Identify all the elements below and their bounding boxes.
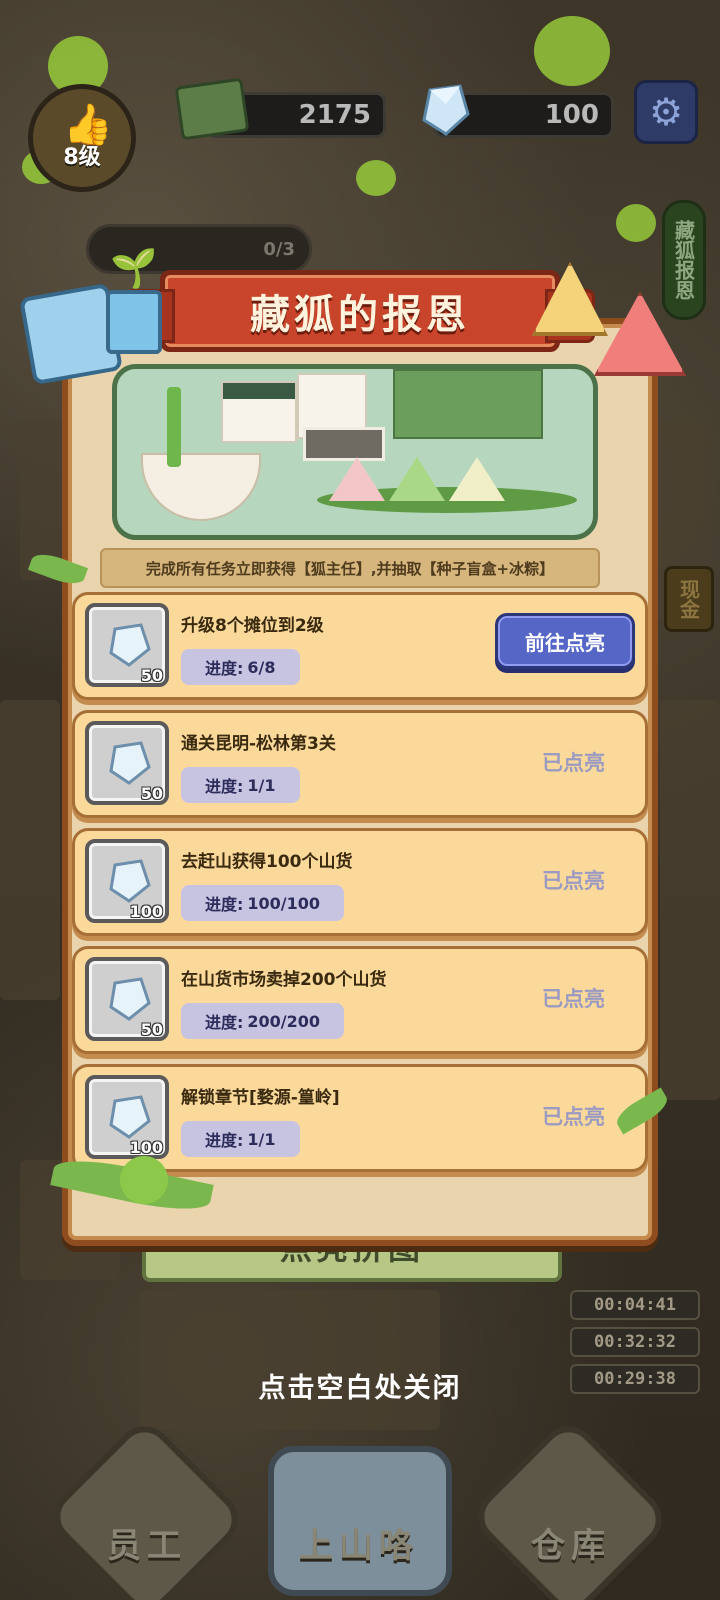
task-title: 通关昆明-松林第3关: [181, 734, 336, 754]
nav-warehouse-label: 仓库: [531, 1526, 611, 1566]
task-pill-count: 0/3: [263, 238, 295, 260]
gem-value: 100: [544, 100, 599, 130]
diamond-icon: [109, 1095, 151, 1139]
thumbs-up-icon: 👍: [63, 102, 113, 148]
task-row: 50 通关昆明-松林第3关 进度: 1/1 已点亮: [72, 710, 648, 818]
succulent-dish-image: [141, 453, 261, 521]
panel-title-text: 藏狐的报恩: [250, 292, 470, 338]
reward-quantity: 100: [129, 902, 163, 921]
event-side-label: 藏狐报恩: [671, 220, 696, 300]
diamond-icon: [109, 859, 151, 903]
cup-image: [221, 381, 297, 443]
task-row: 100 去赶山获得100个山货 进度: 100/100 已点亮: [72, 828, 648, 936]
nav-mountain-label: 上山咯: [299, 1526, 419, 1566]
reward-icon-box: 50: [85, 721, 169, 805]
reward-icon-box: 50: [85, 957, 169, 1041]
completed-status: 已点亮: [542, 751, 605, 775]
task-title: 在山货市场卖掉200个山货: [181, 970, 387, 990]
completed-status: 已点亮: [542, 1105, 605, 1129]
decor-green-ball: [356, 160, 396, 196]
decor-green-ball: [534, 16, 610, 86]
plant-pot-icon: [106, 290, 162, 354]
task-row: 50 升级8个摊位到2级 进度: 6/8 前往点亮: [72, 592, 648, 700]
panel-title: 藏狐的报恩: [125, 270, 595, 352]
diamond-icon: [109, 741, 151, 785]
cash-side-tag[interactable]: 现金: [664, 566, 714, 632]
task-title: 升级8个摊位到2级: [181, 616, 324, 636]
task-title: 去赶山获得100个山货: [181, 852, 353, 872]
task-progress: 进度: 200/200: [181, 1003, 345, 1039]
task-row: 100 解锁章节[婺源-篁岭] 进度: 1/1 已点亮: [72, 1064, 648, 1172]
reward-quantity: 50: [140, 666, 163, 685]
reward-icon-box: 100: [85, 1075, 169, 1159]
progress-label: 进度:: [205, 659, 244, 678]
player-level-badge[interactable]: 👍 8级: [28, 84, 136, 192]
money-value: 2175: [298, 100, 371, 130]
cash-icon: [174, 77, 250, 141]
task-title: 解锁章节[婺源-篁岭]: [181, 1088, 340, 1108]
reward-description: 完成所有任务立即获得【狐主任】,并抽取【种子盲盒+冰粽】: [100, 548, 600, 588]
decor-green-ball: [616, 204, 656, 242]
gift-box-image: [393, 369, 543, 439]
event-side-tab[interactable]: 藏狐报恩: [662, 200, 706, 320]
progress-label: 进度:: [205, 777, 244, 796]
timer: 00:32:32: [570, 1327, 700, 1357]
ice-zongzi-image: [449, 457, 505, 501]
task-progress: 进度: 100/100: [181, 885, 345, 921]
reward-icon-box: 50: [85, 603, 169, 687]
nav-staff-label: 员工: [107, 1526, 187, 1566]
sprout-icon: 🌱: [110, 246, 158, 290]
close-hint-text: 点击空白处关闭: [258, 1373, 462, 1404]
task-row: 50 在山货市场卖掉200个山货 进度: 200/200 已点亮: [72, 946, 648, 1054]
ice-zongzi-image: [329, 457, 385, 501]
ice-zongzi-image: [389, 457, 445, 501]
task-progress: 进度: 6/8: [181, 649, 300, 685]
progress-label: 进度:: [205, 1013, 244, 1032]
settings-button[interactable]: ⚙: [634, 80, 698, 144]
cash-tag-label: 现金: [676, 579, 701, 619]
diamond-icon: [109, 977, 151, 1021]
completed-status: 已点亮: [542, 987, 605, 1011]
progress-value: 200/200: [247, 1011, 321, 1031]
reward-quantity: 100: [129, 1138, 163, 1157]
pea-decor: [120, 1156, 168, 1204]
task-progress: 进度: 1/1: [181, 767, 300, 803]
diamond-icon: [109, 623, 151, 667]
reward-description-text: 完成所有任务立即获得【狐主任】,并抽取【种子盲盒+冰粽】: [145, 559, 555, 578]
diamond-icon: [422, 84, 470, 136]
progress-value: 1/1: [247, 1129, 276, 1149]
reward-quantity: 50: [140, 784, 163, 803]
close-hint: 点击空白处关闭: [0, 1366, 720, 1405]
reward-preview-image: [112, 364, 598, 540]
gear-icon: ⚙: [648, 90, 684, 134]
task-progress: 进度: 1/1: [181, 1121, 300, 1157]
timer: 00:04:41: [570, 1290, 700, 1320]
progress-value: 100/100: [247, 893, 321, 913]
progress-value: 6/8: [247, 657, 276, 677]
bamboo-image: [167, 387, 181, 467]
progress-label: 进度:: [205, 1131, 244, 1150]
soil-bag-image: [303, 427, 385, 461]
progress-label: 进度:: [205, 895, 244, 914]
go-light-up-button[interactable]: 前往点亮: [495, 613, 635, 669]
reward-icon-box: 100: [85, 839, 169, 923]
progress-value: 1/1: [247, 775, 276, 795]
reward-quantity: 50: [140, 1020, 163, 1039]
completed-status: 已点亮: [542, 869, 605, 893]
go-light-up-label: 前往点亮: [525, 630, 605, 655]
